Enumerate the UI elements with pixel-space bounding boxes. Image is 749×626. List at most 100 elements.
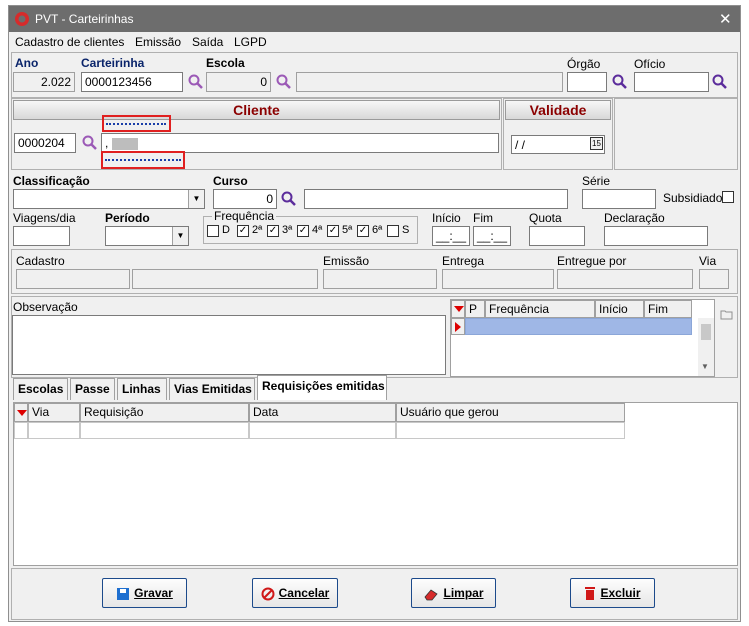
search-oficio-icon[interactable]: [712, 74, 728, 90]
inicio-field[interactable]: __:__: [432, 226, 470, 246]
escola-code-field[interactable]: 0: [206, 72, 271, 92]
viagens-field[interactable]: [13, 226, 70, 246]
close-icon[interactable]: ✕: [719, 10, 732, 28]
col-header-frequencia[interactable]: Frequência: [485, 300, 595, 318]
gravar-button[interactable]: Gravar: [102, 578, 187, 608]
day-checkbox[interactable]: ✓: [267, 225, 279, 237]
cancelar-button[interactable]: Cancelar: [252, 578, 338, 608]
oficio-field[interactable]: [634, 72, 709, 92]
serie-field[interactable]: [582, 189, 656, 209]
search-carteirinha-icon[interactable]: [188, 74, 204, 90]
day-checkbox[interactable]: ✓: [357, 225, 369, 237]
table-cell[interactable]: [396, 422, 625, 439]
tab-passe[interactable]: Passe: [70, 378, 115, 400]
periodo-select[interactable]: ▼: [105, 226, 189, 246]
col-header-fim[interactable]: Fim: [644, 300, 692, 318]
search-orgao-icon[interactable]: [612, 74, 628, 90]
folder-open-icon[interactable]: [720, 308, 734, 320]
emissao-field[interactable]: [323, 269, 437, 289]
col-header-p[interactable]: P: [465, 300, 485, 318]
tab-requisições-emitidas[interactable]: Requisições emitidas: [257, 375, 387, 400]
validade-date-field[interactable]: / / 15: [511, 135, 605, 154]
carteirinha-field[interactable]: 0000123456: [81, 72, 183, 92]
validade-value: / /: [515, 138, 526, 152]
fim-field[interactable]: __:__: [473, 226, 511, 246]
eraser-icon: [424, 589, 439, 601]
chevron-down-icon[interactable]: ▼: [188, 190, 204, 208]
cliente-name-field[interactable]: ,: [101, 133, 499, 153]
menu-emissao[interactable]: Emissão: [135, 35, 181, 49]
cadastro-user-field[interactable]: [132, 269, 318, 289]
limpar-button[interactable]: Limpar: [411, 578, 496, 608]
grid-scrollbar[interactable]: ▼: [698, 318, 714, 376]
orgao-field[interactable]: [567, 72, 607, 92]
search-curso-icon[interactable]: [281, 191, 297, 207]
limpar-label: Limpar: [443, 586, 484, 600]
entregue-por-label: Entregue por: [557, 254, 627, 268]
table-cell[interactable]: [80, 422, 249, 439]
sort-down-icon[interactable]: [454, 306, 464, 312]
search-escola-icon[interactable]: [276, 74, 292, 90]
day-checkbox[interactable]: ✓: [297, 225, 309, 237]
redacted-box-top: [102, 115, 171, 132]
curso-name-field[interactable]: [304, 189, 568, 209]
col-header-data[interactable]: Data: [249, 403, 396, 422]
title-bar[interactable]: PVT - Carteirinhas ✕: [9, 6, 740, 32]
menu-cadastro-clientes[interactable]: Cadastro de clientes: [15, 35, 124, 49]
cliente-code-field[interactable]: 0000204: [14, 133, 76, 153]
day-checkbox[interactable]: ✓: [237, 225, 249, 237]
table-row[interactable]: [465, 318, 692, 335]
grid-indicator-header: [14, 403, 28, 422]
cliente-header: Cliente: [13, 100, 500, 120]
menu-lgpd[interactable]: LGPD: [234, 35, 267, 49]
sort-down-icon[interactable]: [17, 410, 27, 416]
escola-name-field[interactable]: [296, 72, 563, 92]
excluir-button[interactable]: Excluir: [570, 578, 655, 608]
day-checkbox[interactable]: [387, 225, 399, 237]
main-window: PVT - Carteirinhas ✕ Cadastro de cliente…: [8, 5, 741, 622]
curso-code-field[interactable]: 0: [213, 189, 277, 209]
scrollbar-thumb[interactable]: [701, 324, 711, 340]
search-cliente-icon[interactable]: [82, 135, 98, 151]
menu-saida[interactable]: Saída: [192, 35, 223, 49]
frequencia-grid: P Frequência Início Fim ▼: [450, 299, 715, 377]
day-checkbox[interactable]: ✓: [327, 225, 339, 237]
day-label: 5ª: [342, 224, 353, 236]
chevron-down-icon[interactable]: ▼: [172, 227, 188, 245]
cadastro-field[interactable]: [16, 269, 130, 289]
col-header-usuario[interactable]: Usuário que gerou: [396, 403, 625, 422]
tab-linhas[interactable]: Linhas: [117, 378, 167, 400]
col-header-via[interactable]: Via: [28, 403, 80, 422]
tab-vias-emitidas[interactable]: Vias Emitidas: [169, 378, 255, 400]
table-cell[interactable]: [249, 422, 396, 439]
col-header-requisicao[interactable]: Requisição: [80, 403, 249, 422]
day-checkbox[interactable]: [207, 225, 219, 237]
tab-escolas[interactable]: Escolas: [13, 378, 68, 400]
day-label: 6ª: [372, 224, 383, 236]
declaracao-field[interactable]: [604, 226, 708, 246]
ano-field[interactable]: 2.022: [13, 72, 75, 92]
fim-label: Fim: [473, 211, 493, 225]
day-label: D: [222, 224, 230, 236]
day-label: 3ª: [282, 224, 293, 236]
scroll-down-icon[interactable]: ▼: [701, 362, 709, 371]
col-header-inicio[interactable]: Início: [595, 300, 644, 318]
redacted-box-bottom: [101, 151, 185, 169]
cancelar-label: Cancelar: [278, 586, 330, 600]
trash-icon: [585, 587, 596, 601]
calendar-icon[interactable]: 15: [590, 137, 603, 150]
quota-field[interactable]: [529, 226, 585, 246]
entrega-field[interactable]: [442, 269, 554, 289]
table-cell[interactable]: [28, 422, 80, 439]
classificacao-select[interactable]: ▼: [13, 189, 205, 209]
table-cell[interactable]: [14, 422, 28, 439]
tab-strip: Escolas Passe Linhas Vias Emitidas Requisiçõ…: [13, 375, 413, 400]
cancel-icon: [261, 587, 275, 601]
entregue-por-field[interactable]: [557, 269, 693, 289]
orgao-label: Órgão: [567, 57, 601, 71]
observacao-textarea[interactable]: [12, 315, 446, 375]
via-field[interactable]: [699, 269, 729, 289]
cliente-partial-name: ,: [105, 136, 109, 150]
subsidiado-checkbox[interactable]: [722, 191, 734, 203]
gravar-label: Gravar: [134, 586, 173, 600]
